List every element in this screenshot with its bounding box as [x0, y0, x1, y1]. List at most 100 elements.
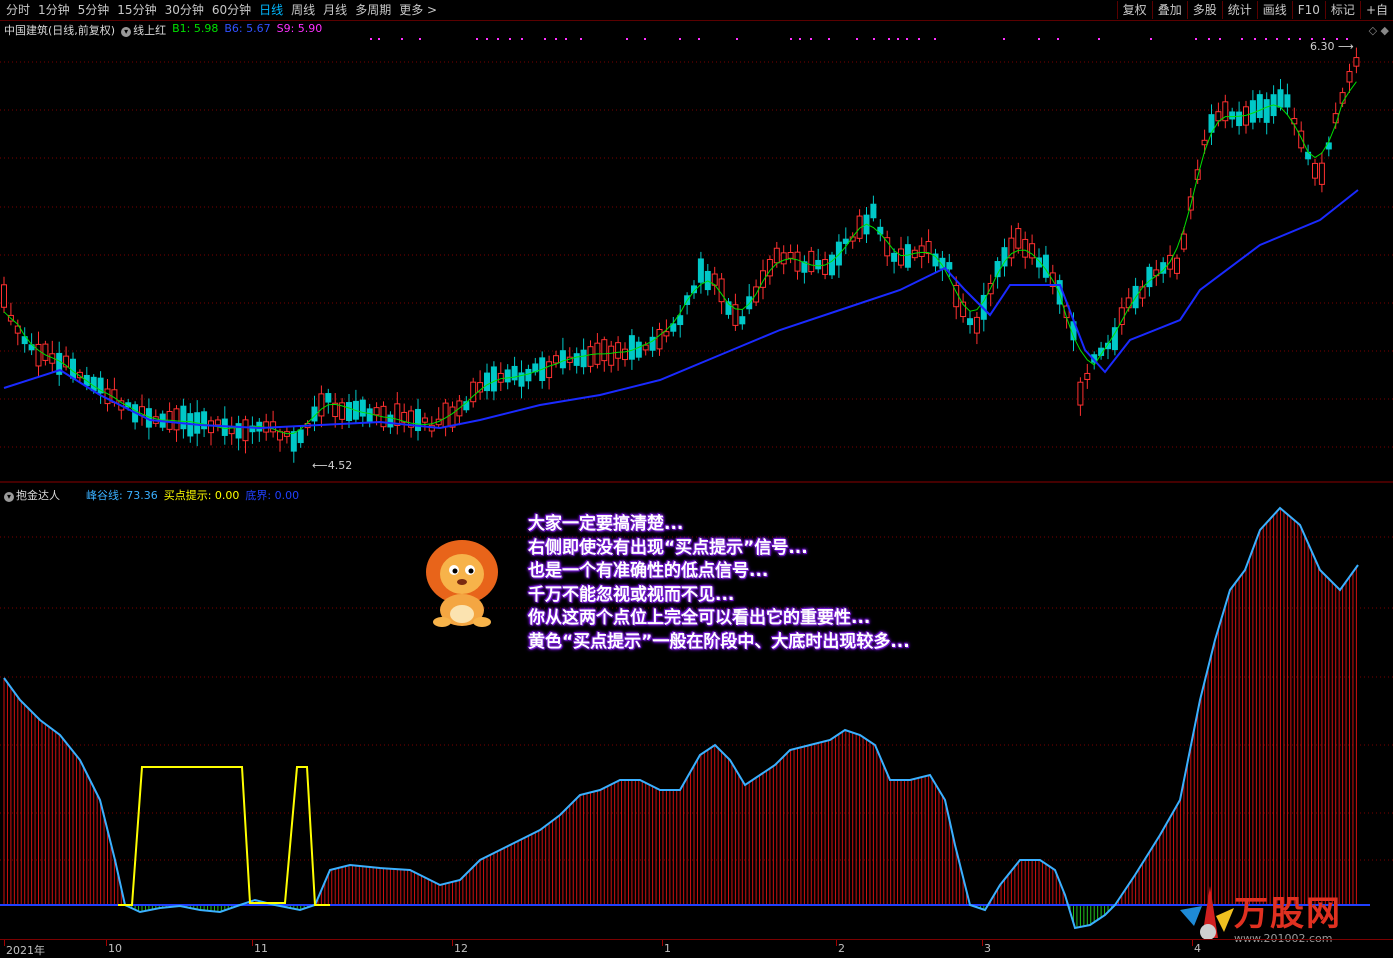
candle-body: [739, 316, 746, 325]
date-label: 4: [1194, 942, 1201, 955]
candle-body: [415, 408, 421, 432]
sub-indicator-selector[interactable]: ▾ 抱金达人: [4, 487, 60, 503]
popup-line: 黄色“买点提示”一般在阶段中、大底时出现较多...: [528, 631, 910, 652]
candle-body: [373, 407, 380, 416]
candle-body: [573, 353, 580, 366]
candle-body: [290, 431, 297, 452]
candle-body: [1277, 89, 1284, 108]
popup-line: 你从这两个点位上完全可以看出它的重要性...: [528, 608, 871, 628]
candle-body: [946, 262, 953, 270]
candle-body: [553, 355, 559, 364]
candle-body: [1229, 111, 1236, 120]
candle-body: [1139, 286, 1146, 299]
candle-body: [525, 368, 532, 382]
popup-line: 也是一个有准确性的低点信号...: [528, 561, 769, 581]
candle-body: [967, 318, 973, 326]
signal-dot: [509, 38, 511, 40]
candle-body: [835, 241, 842, 266]
signal-dot: [476, 38, 478, 40]
watermark-brand: 万股网: [1234, 894, 1342, 934]
candle-body: [104, 388, 111, 405]
signal-dot: [521, 38, 523, 40]
candle-body: [815, 259, 822, 270]
candle-body: [656, 328, 663, 350]
high-price-marker: 6.30 ⟶: [1310, 40, 1354, 53]
candle-body: [242, 419, 249, 442]
date-tick: [662, 940, 663, 946]
date-axis: 2021年 10 11 12 1 2 3 4: [0, 939, 1393, 958]
signal-dot: [378, 38, 380, 40]
signal-dot: [1098, 38, 1100, 40]
candle-body: [1077, 381, 1084, 406]
buy-signal-line: [118, 766, 330, 906]
chart-canvas[interactable]: [0, 0, 1393, 939]
date-tick: [982, 940, 983, 946]
date-label: 12: [454, 942, 468, 955]
signal-dot: [1241, 38, 1243, 40]
candle-body: [1256, 94, 1263, 119]
lion-mascot-icon: [426, 540, 498, 627]
signal-dot: [1254, 38, 1256, 40]
candle-body: [1318, 162, 1325, 185]
candle-body: [366, 408, 373, 422]
candle-body: [1042, 254, 1049, 278]
signal-dot: [544, 38, 546, 40]
signal-dot: [565, 38, 567, 40]
signal-dot: [799, 38, 801, 40]
candle-body: [973, 316, 980, 334]
signal-dot: [1208, 38, 1210, 40]
signal-dot: [401, 38, 403, 40]
candle-body: [787, 252, 794, 259]
signal-dot: [580, 38, 582, 40]
candle-body: [546, 361, 553, 379]
signal-dot: [856, 38, 858, 40]
candle-body: [580, 349, 587, 368]
signal-dot: [679, 38, 681, 40]
candle-body: [1146, 266, 1153, 288]
arrow-icon: ⟵: [312, 459, 328, 472]
candle-body: [677, 315, 684, 326]
candle-body: [1201, 139, 1208, 146]
candle-body: [1180, 233, 1187, 250]
popup-line: 右侧即使没有出现“买点提示”信号...: [528, 537, 808, 558]
signal-dot: [736, 38, 738, 40]
candle-body: [325, 393, 332, 403]
candle-body: [1, 284, 7, 308]
date-tick: [252, 940, 253, 946]
date-tick: [1192, 940, 1193, 946]
candle-body: [925, 241, 932, 255]
signal-dot: [1299, 38, 1301, 40]
candle-body: [794, 251, 801, 272]
signal-dot: [1219, 38, 1221, 40]
signal-dot: [1003, 38, 1005, 40]
signal-dot: [1288, 38, 1290, 40]
arrow-icon: ⟶: [1334, 40, 1354, 53]
gear-icon[interactable]: ▾: [4, 492, 14, 502]
candle-body: [1353, 57, 1360, 67]
popup-line: 千万不能忽视或视而不见...: [528, 584, 735, 605]
signal-dot: [555, 38, 557, 40]
candle-body: [622, 348, 628, 361]
signal-dot: [934, 38, 936, 40]
candle-body: [628, 335, 635, 360]
date-tick: [836, 940, 837, 946]
sub-legend: ▾ 抱金达人 峰谷线: 73.36 买点提示: 0.00 底界: 0.00: [4, 487, 299, 503]
candle-body: [697, 258, 704, 283]
candle-body: [1118, 307, 1125, 326]
signal-dot: [906, 38, 908, 40]
candle-body: [90, 376, 97, 392]
candle-body: [1084, 372, 1091, 380]
candle-body: [1015, 228, 1022, 249]
candle-body: [808, 250, 815, 273]
candle-body: [387, 414, 394, 428]
signal-dot: [897, 38, 899, 40]
candle-body: [642, 344, 649, 351]
annotation-popup: 大家一定要搞清楚... 右侧即使没有出现“买点提示”信号... 也是一个有准确性…: [528, 513, 910, 654]
candle-body: [208, 420, 214, 434]
candle-body: [1346, 71, 1353, 83]
candle-body: [773, 247, 780, 264]
signal-dot: [497, 38, 499, 40]
candle-body: [42, 343, 49, 361]
candle-body: [870, 203, 877, 219]
